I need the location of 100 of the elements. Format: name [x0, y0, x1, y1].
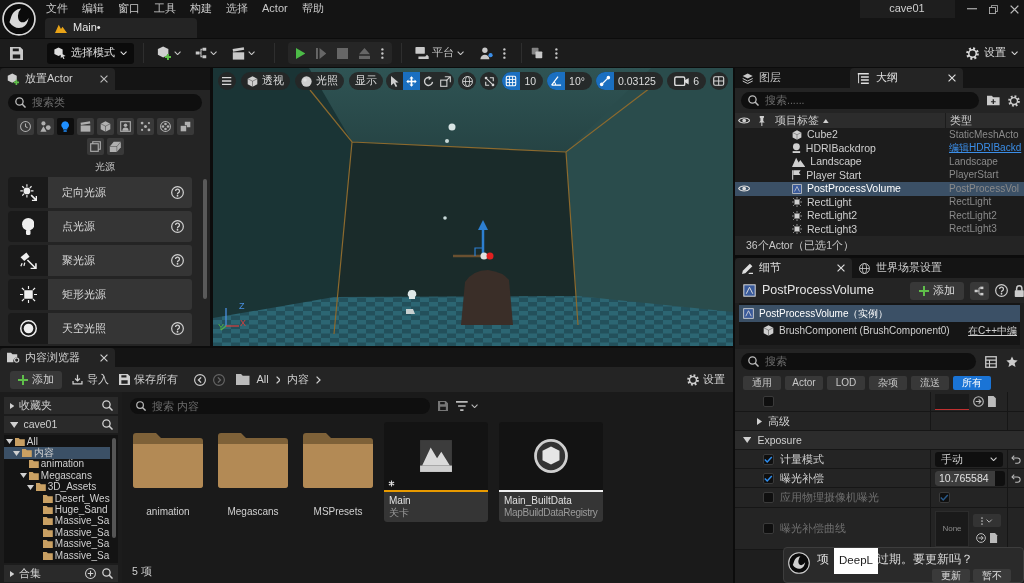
- player-start-icon[interactable]: [406, 309, 415, 314]
- star-icon[interactable]: [1006, 355, 1018, 368]
- category-tab[interactable]: [36, 118, 54, 135]
- source-section[interactable]: 收藏夹: [4, 397, 118, 414]
- save-all-button[interactable]: 保存所有: [119, 372, 178, 387]
- expand-arrow-icon[interactable]: [27, 484, 34, 490]
- forward-icon[interactable]: [213, 373, 225, 386]
- save-icon[interactable]: [10, 46, 23, 60]
- dropdown[interactable]: 手动: [935, 451, 1003, 467]
- bulb-sprite-icon[interactable]: [407, 290, 417, 299]
- menu-item[interactable]: 工具: [147, 2, 183, 16]
- number-field[interactable]: 10.765584: [935, 470, 1005, 486]
- actor-list-item[interactable]: 天空光照: [8, 313, 192, 344]
- view-mode-button[interactable]: 透视: [241, 72, 290, 90]
- category-tab[interactable]: [96, 118, 114, 135]
- folder-tree-item[interactable]: Massive_Sa: [4, 527, 110, 539]
- group-label[interactable]: 高级: [768, 414, 790, 428]
- filter-tab[interactable]: 流送: [911, 376, 949, 390]
- curve-thumbnail[interactable]: None: [935, 510, 969, 547]
- category-tab[interactable]: [56, 118, 74, 135]
- more-icon[interactable]: [381, 47, 385, 59]
- folder-tree-item[interactable]: Massive_Sa: [4, 538, 110, 550]
- menu-item[interactable]: 帮助: [294, 2, 331, 16]
- expand-arrow-icon[interactable]: [13, 450, 20, 456]
- menu-item[interactable]: 构建: [183, 2, 219, 16]
- actor-list-item[interactable]: 聚光源: [8, 245, 192, 276]
- folder-tree-item[interactable]: Massive_Sa: [4, 515, 110, 528]
- actor-list-item[interactable]: 矩形光源: [8, 279, 192, 310]
- snap-toggle[interactable]: 10°: [547, 72, 592, 90]
- snap-toggle[interactable]: 0.03125: [596, 72, 663, 90]
- type-link[interactable]: 编辑HDRIBackd: [945, 142, 1024, 155]
- menu-item[interactable]: 窗口: [111, 2, 147, 16]
- component-row[interactable]: PostProcessVolume（实例）: [739, 305, 1020, 322]
- folder-tree-item[interactable]: Desert_Wes: [4, 492, 110, 505]
- expand-arrow-icon[interactable]: [10, 402, 15, 409]
- folder-tree-item[interactable]: 3D_Assets: [4, 481, 110, 493]
- category-tab[interactable]: [136, 118, 154, 135]
- document-tab[interactable]: Main•: [45, 18, 197, 38]
- chevron-icon[interactable]: [316, 375, 321, 384]
- outliner-row[interactable]: Cube2 StaticMeshActo: [735, 128, 1024, 142]
- search-field[interactable]: 搜索......: [741, 92, 980, 109]
- folder-tree-item[interactable]: Megascans: [4, 470, 110, 482]
- restore-icon[interactable]: [989, 4, 998, 14]
- reset-icon[interactable]: [1010, 473, 1022, 483]
- menu-item[interactable]: 选择: [219, 2, 255, 16]
- category-tab[interactable]: [86, 138, 104, 155]
- component-row[interactable]: BrushComponent (BrushComponent0) 在C++中编: [739, 322, 1020, 339]
- search-field[interactable]: 搜索 内容: [130, 398, 430, 414]
- help-icon[interactable]: [171, 186, 184, 199]
- camera-speed-button[interactable]: 6: [666, 72, 706, 90]
- panel-tab[interactable]: 大纲: [850, 68, 963, 88]
- actor-list-item[interactable]: 定向光源: [8, 177, 192, 208]
- settings-button[interactable]: 设置: [965, 46, 1018, 60]
- filter-tab[interactable]: 通用: [743, 376, 781, 390]
- chevron-icon[interactable]: [275, 375, 281, 384]
- curve-dropdown[interactable]: [973, 514, 1001, 527]
- close-icon[interactable]: [948, 74, 956, 82]
- light-sprite-icon[interactable]: [445, 139, 449, 143]
- breadcrumb[interactable]: 内容: [287, 372, 310, 387]
- category-tab[interactable]: [16, 118, 34, 135]
- panel-tab[interactable]: 细节: [735, 258, 852, 278]
- import-button[interactable]: 导入: [72, 372, 109, 387]
- add-icon[interactable]: [85, 568, 96, 579]
- help-icon[interactable]: [171, 254, 184, 267]
- add-component-button[interactable]: 添加: [909, 281, 964, 300]
- outliner-row[interactable]: PostProcessVolume PostProcessVol: [735, 182, 1024, 196]
- platforms-button[interactable]: 平台: [411, 42, 468, 64]
- menu-item[interactable]: 编辑: [75, 2, 111, 16]
- scrollbar[interactable]: [112, 438, 116, 538]
- hierarchy-button[interactable]: [969, 281, 989, 300]
- sort-icon[interactable]: [823, 118, 829, 123]
- folder-icon[interactable]: [133, 432, 203, 488]
- more-icon[interactable]: [503, 47, 506, 59]
- reset-icon[interactable]: [1010, 454, 1022, 464]
- menu-item[interactable]: Actor: [255, 2, 295, 16]
- outliner-row[interactable]: RectLight2 RectLight2: [735, 209, 1024, 223]
- expand-arrow-icon[interactable]: [10, 570, 15, 577]
- column-header[interactable]: 类型: [945, 113, 1024, 128]
- folder-icon[interactable]: [218, 432, 288, 488]
- panel-tab[interactable]: 放置Actor: [0, 68, 115, 90]
- search-icon[interactable]: [102, 568, 113, 579]
- column-header[interactable]: 项目标签: [775, 114, 819, 127]
- close-icon[interactable]: [100, 353, 108, 362]
- light-sprite-icon[interactable]: [443, 216, 447, 220]
- table-icon[interactable]: [985, 355, 997, 368]
- notification-button[interactable]: 暂不: [973, 569, 1011, 582]
- asset-thumbnail[interactable]: [935, 393, 969, 410]
- settings-icon[interactable]: [1008, 94, 1020, 107]
- browse-icon[interactable]: [976, 533, 987, 543]
- page-icon[interactable]: [988, 396, 996, 407]
- folder-tree-item[interactable]: All: [4, 436, 110, 448]
- checkbox[interactable]: [763, 453, 774, 465]
- lock-icon[interactable]: [1013, 284, 1024, 297]
- outliner-row[interactable]: RectLight RectLight: [735, 195, 1024, 209]
- breadcrumb[interactable]: All: [256, 372, 269, 387]
- minimize-icon[interactable]: [966, 8, 977, 10]
- back-icon[interactable]: [194, 373, 206, 386]
- source-section[interactable]: cave01: [4, 416, 118, 433]
- panel-tab[interactable]: 世界场景设置: [852, 258, 969, 278]
- panel-tab[interactable]: 内容浏览器: [0, 348, 115, 367]
